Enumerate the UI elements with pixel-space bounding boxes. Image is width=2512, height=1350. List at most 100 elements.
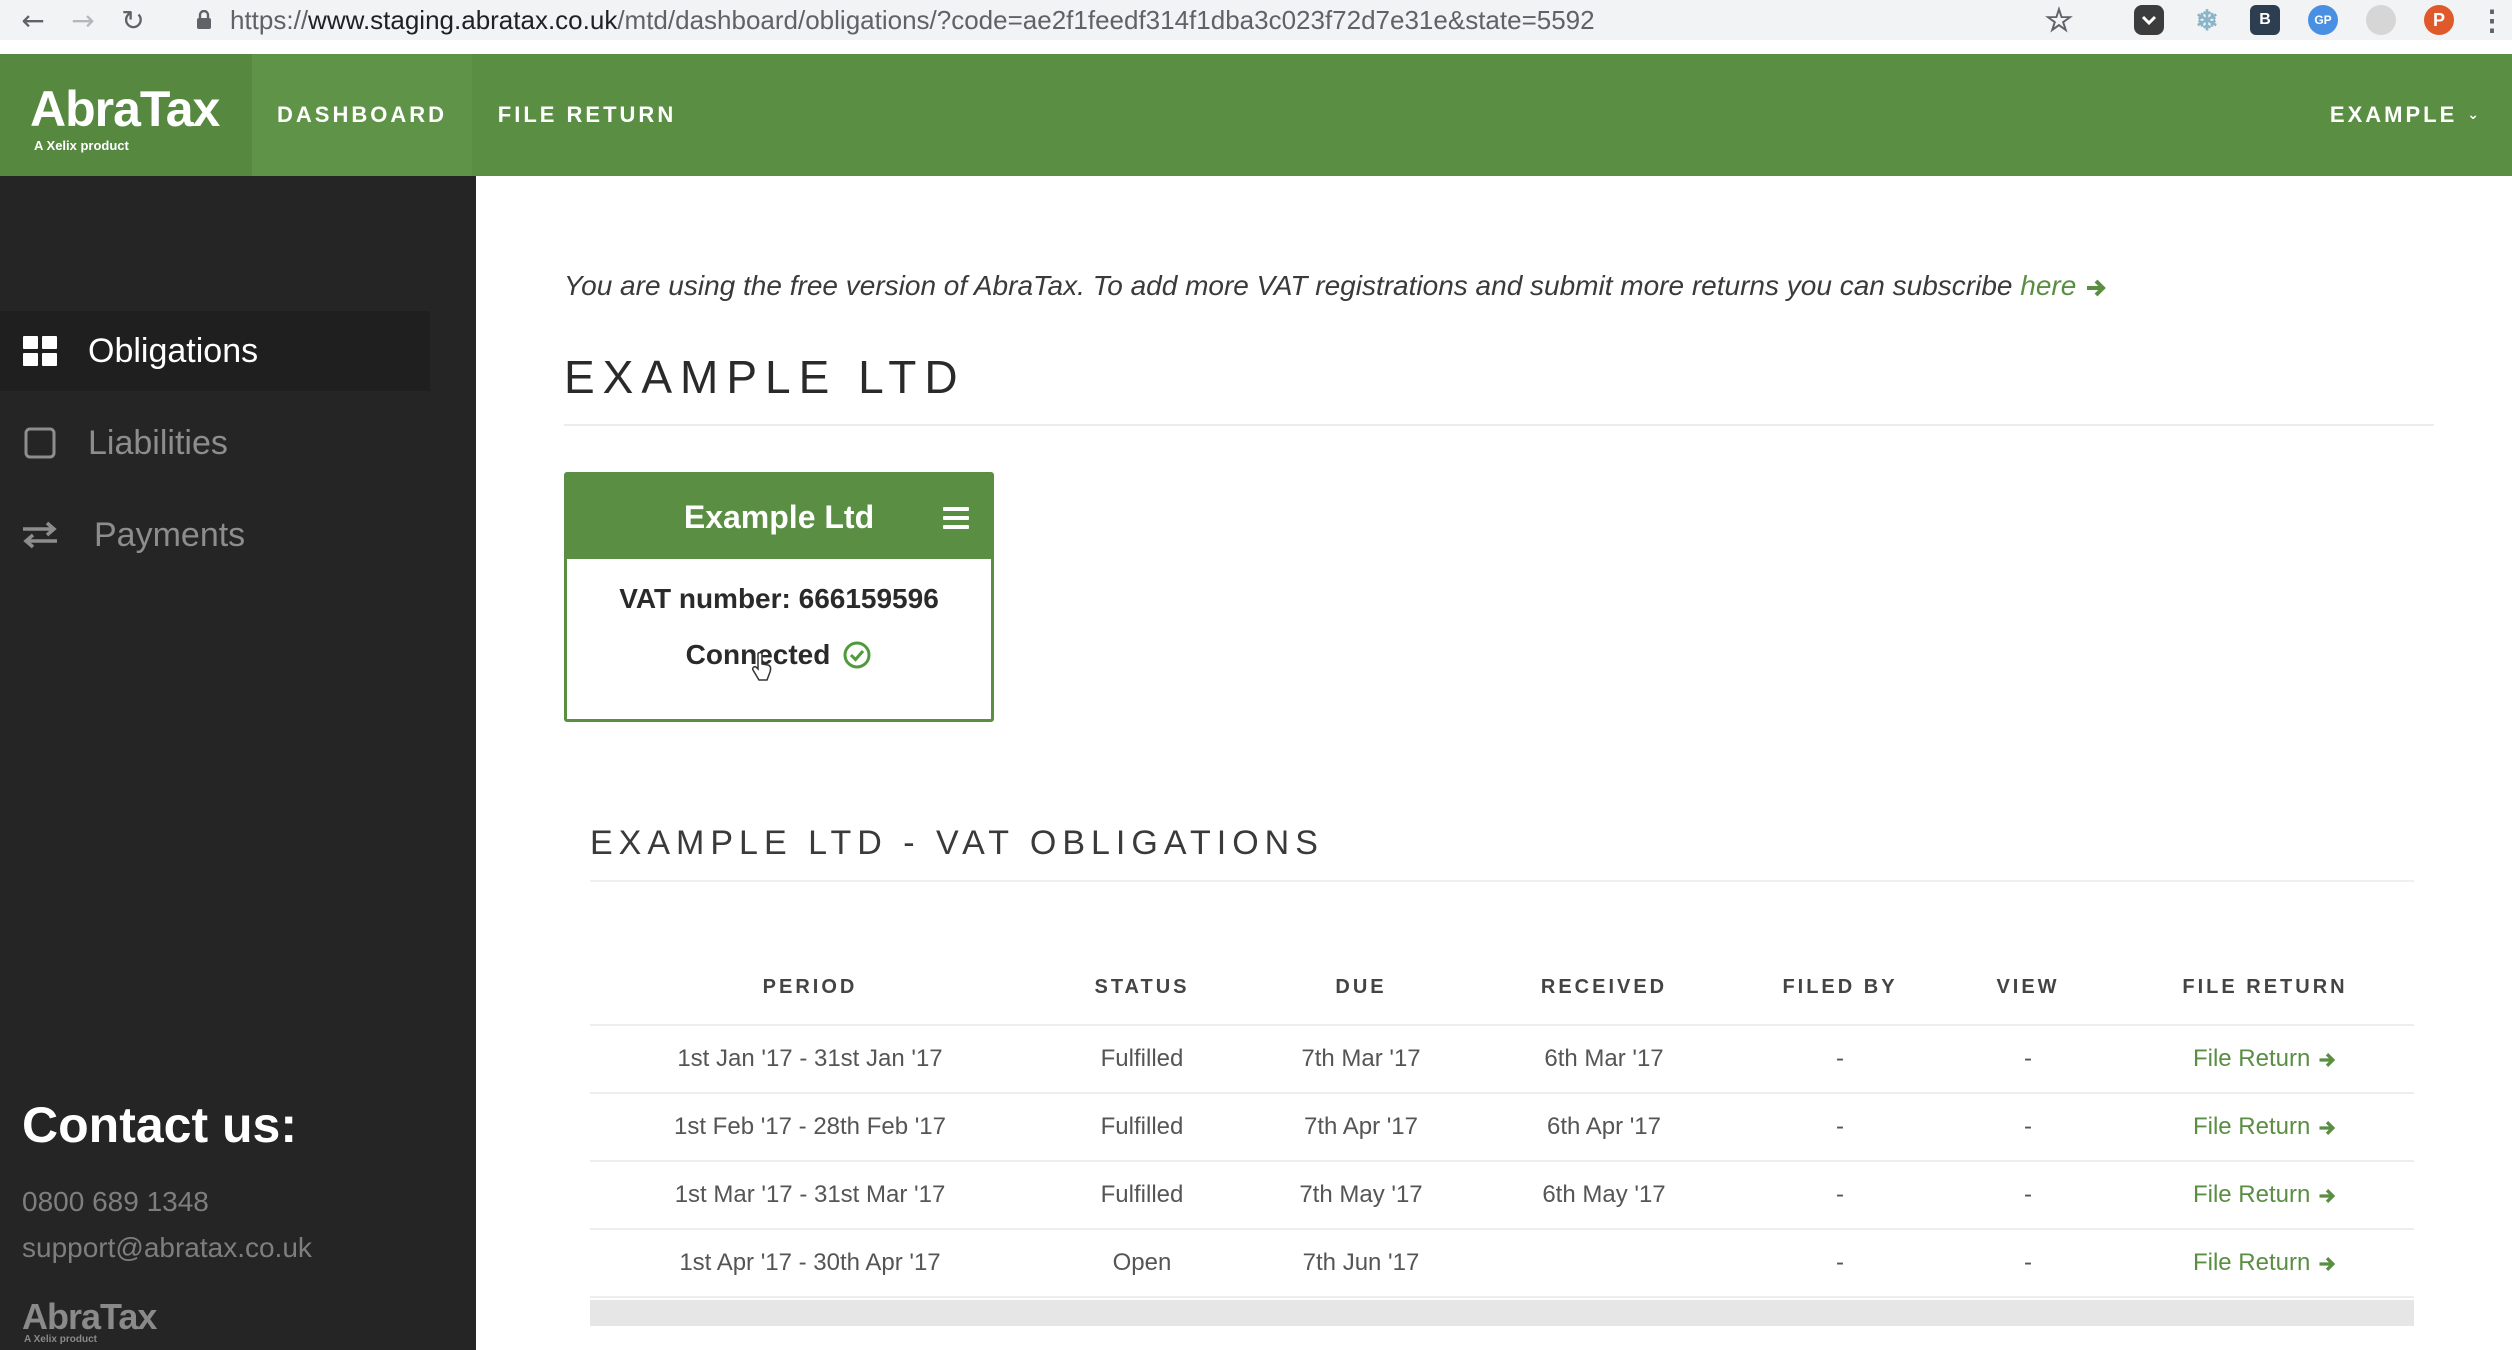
- horizontal-scrollbar[interactable]: [590, 1300, 2414, 1326]
- notice-text: You are using the free version of AbraTa…: [564, 270, 2013, 301]
- cell-status: Fulfilled: [1100, 1045, 1184, 1072]
- arrow-right-icon: [2087, 279, 2106, 297]
- sidebar-item-label: Obligations: [88, 331, 259, 370]
- file-return-link[interactable]: File Return: [2116, 1113, 2414, 1141]
- file-return-label: File Return: [2192, 1113, 2311, 1140]
- cell-period: 1st Jan '17 - 31st Jan '17: [677, 1045, 943, 1072]
- cell-status: Fulfilled: [1100, 1113, 1184, 1140]
- chevron-down-icon: ⌄: [2467, 107, 2482, 123]
- cell-filed-by: -: [1836, 1249, 1844, 1276]
- hamburger-menu-icon[interactable]: [943, 507, 969, 529]
- column-header-period: PERIOD: [762, 975, 858, 998]
- back-icon[interactable]: ←: [16, 3, 50, 37]
- sidebar-item-payments[interactable]: Payments: [0, 495, 430, 575]
- table-row: 1st Mar '17 - 31st Mar '17 Fulfilled 7th…: [590, 1162, 2414, 1230]
- cell-received: 6th Mar '17: [1544, 1045, 1664, 1072]
- ext-circle-icon[interactable]: [2366, 5, 2396, 35]
- contact-phone[interactable]: 0800 689 1348: [22, 1186, 209, 1218]
- file-return-link[interactable]: File Return: [2116, 1249, 2414, 1277]
- sidebar-item-label: Liabilities: [88, 423, 228, 462]
- url-prefix: https://: [230, 4, 309, 35]
- profile-avatar[interactable]: P: [2424, 5, 2454, 35]
- cell-view: -: [2024, 1181, 2032, 1208]
- cell-view: -: [2024, 1249, 2032, 1276]
- logo-text: AbraTax: [30, 81, 220, 137]
- url-host: www.staging.abratax.co.uk: [308, 4, 618, 35]
- table-row: 1st Feb '17 - 28th Feb '17 Fulfilled 7th…: [590, 1094, 2414, 1162]
- cell-status: Open: [1112, 1249, 1172, 1276]
- cell-period: 1st Apr '17 - 30th Apr '17: [679, 1249, 941, 1276]
- contact-heading: Contact us:: [22, 1097, 297, 1153]
- page-title: EXAMPLE LTD: [564, 351, 966, 403]
- card-title: Example Ltd: [683, 498, 875, 535]
- ext-b-icon[interactable]: B: [2250, 5, 2280, 35]
- account-label: EXAMPLE: [2329, 102, 2458, 127]
- ext-gp-icon[interactable]: GP: [2308, 5, 2338, 35]
- subscribe-link-label: here: [2020, 270, 2077, 301]
- subscription-notice: You are using the free version of AbraTa…: [564, 270, 2108, 302]
- cell-period: 1st Feb '17 - 28th Feb '17: [674, 1113, 946, 1140]
- footer-logo: AbraTax: [22, 1296, 157, 1337]
- cell-filed-by: -: [1836, 1181, 1844, 1208]
- file-return-label: File Return: [2192, 1045, 2311, 1072]
- cell-filed-by: -: [1836, 1045, 1844, 1072]
- sidebar-item-obligations[interactable]: Obligations: [0, 311, 430, 391]
- logo[interactable]: AbraTax A Xelix product: [0, 54, 252, 176]
- cell-period: 1st Mar '17 - 31st Mar '17: [674, 1181, 946, 1208]
- cell-due: 7th Mar '17: [1301, 1045, 1421, 1072]
- company-card[interactable]: Example Ltd VAT number: 666159596 Connec…: [564, 472, 994, 722]
- cell-due: 7th Apr '17: [1304, 1113, 1418, 1140]
- column-header-received: RECEIVED: [1540, 975, 1668, 998]
- sidebar-item-label: Payments: [94, 515, 246, 554]
- cell-filed-by: -: [1836, 1113, 1844, 1140]
- table-header: PERIOD STATUS DUE RECEIVED FILED BY VIEW…: [590, 950, 2414, 1026]
- reload-icon[interactable]: ↻: [116, 3, 150, 37]
- divider: [590, 880, 2414, 882]
- browser-toolbar: ← → ↻ https://www.staging.abratax.co.uk/…: [0, 0, 2512, 40]
- more-menu-icon[interactable]: ⋮: [2478, 5, 2506, 36]
- forward-icon[interactable]: →: [66, 3, 100, 37]
- grid-icon: [20, 333, 60, 369]
- contact-email[interactable]: support@abratax.co.uk: [22, 1232, 312, 1264]
- file-return-label: File Return: [2192, 1249, 2311, 1276]
- cell-view: -: [2024, 1113, 2032, 1140]
- cell-received: 6th Apr '17: [1547, 1113, 1661, 1140]
- nav-dashboard[interactable]: DASHBOARD: [252, 54, 472, 176]
- file-return-link[interactable]: File Return: [2116, 1045, 2414, 1073]
- cell-status: Fulfilled: [1100, 1181, 1184, 1208]
- url-path: /mtd/dashboard/obligations/?code=ae2f1fe…: [617, 4, 1595, 35]
- address-bar[interactable]: https://www.staging.abratax.co.uk/mtd/da…: [230, 5, 1595, 36]
- column-header-file-return: FILE RETURN: [2182, 975, 2348, 998]
- cell-due: 7th Jun '17: [1302, 1249, 1420, 1276]
- app-header: AbraTax A Xelix product DASHBOARD FILE R…: [0, 54, 2512, 176]
- account-menu[interactable]: EXAMPLE ⌄: [2330, 54, 2482, 176]
- obligations-table: PERIOD STATUS DUE RECEIVED FILED BY VIEW…: [590, 950, 2414, 1298]
- table-row: 1st Apr '17 - 30th Apr '17 Open 7th Jun …: [590, 1230, 2414, 1298]
- check-circle-icon: [843, 641, 871, 669]
- lock-icon: [192, 8, 216, 32]
- bookmark-star-icon[interactable]: ☆: [2044, 2, 2074, 38]
- subscribe-link[interactable]: here: [2020, 270, 2108, 301]
- vat-number: VAT number: 666159596: [619, 583, 939, 614]
- connection-status: Connected: [567, 639, 991, 671]
- divider: [564, 424, 2434, 426]
- arrow-right-icon: [2319, 1052, 2336, 1067]
- column-header-status: STATUS: [1094, 975, 1190, 998]
- arrow-right-icon: [2319, 1256, 2336, 1271]
- table-row: 1st Jan '17 - 31st Jan '17 Fulfilled 7th…: [590, 1026, 2414, 1094]
- column-header-due: DUE: [1335, 975, 1387, 998]
- snowflake-icon[interactable]: ❄: [2192, 5, 2222, 36]
- nav-file-return[interactable]: FILE RETURN: [472, 54, 702, 176]
- arrow-right-icon: [2319, 1188, 2336, 1203]
- logo-subtitle: A Xelix product: [34, 138, 129, 153]
- file-return-link[interactable]: File Return: [2116, 1181, 2414, 1209]
- footer-logo-subtitle: A Xelix product: [24, 1334, 97, 1345]
- column-header-filed-by: FILED BY: [1782, 975, 1898, 998]
- pocket-icon[interactable]: [2134, 5, 2164, 35]
- sidebar: Obligations Liabilities Payments Contact…: [0, 176, 476, 1350]
- file-return-label: File Return: [2192, 1181, 2311, 1208]
- obligations-heading: EXAMPLE LTD - VAT OBLIGATIONS: [590, 824, 1324, 862]
- card-header: Example Ltd: [567, 475, 991, 559]
- transfer-arrows-icon: [20, 517, 60, 553]
- sidebar-item-liabilities[interactable]: Liabilities: [0, 403, 430, 483]
